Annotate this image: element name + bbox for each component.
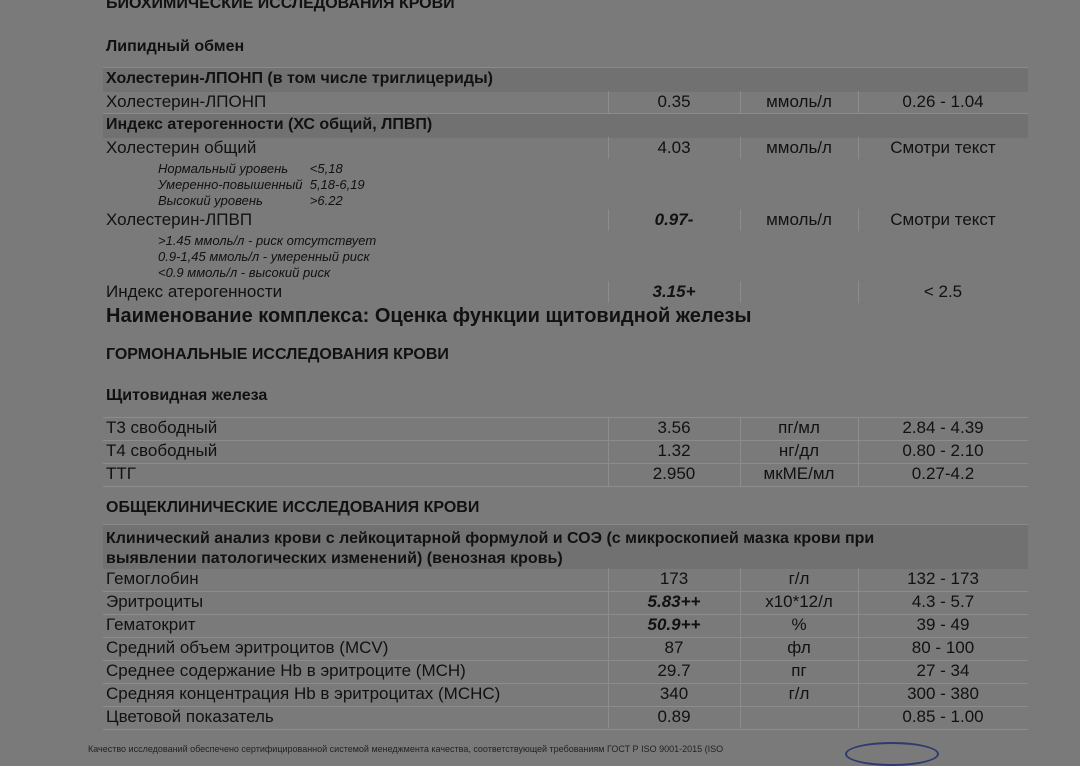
row-value: 0.35 [657, 92, 691, 111]
row-name: Холестерин-ЛПВП [106, 210, 253, 229]
row-unit: x10*12/л [765, 592, 833, 611]
row-unit: фл [787, 638, 811, 657]
row-value-flagged: 0.97- [654, 210, 694, 229]
reference-note: <0.9 ммоль/л - высокий риск [158, 265, 331, 280]
group-title-thyroid: Щитовидная железа [106, 387, 268, 404]
row-value: 340 [659, 684, 689, 703]
footer-text: Качество исследований обеспечено сертифи… [88, 744, 724, 754]
block-title-atherogenic: Индекс атерогенности (ХС общий, ЛПВП) [106, 116, 433, 133]
row-value-flagged: 50.9++ [647, 615, 701, 634]
row-name: Т3 свободный [106, 418, 218, 437]
row-name: Холестерин-ЛПОНП [106, 92, 267, 111]
lab-report-page: БИОХИМИЧЕСКИЕ ИССЛЕДОВАНИЯ КРОВИ Липидны… [0, 0, 1080, 766]
reference-note: Высокий уровень >6.22 [158, 193, 343, 208]
row-reference: 2.84 - 4.39 [902, 418, 984, 437]
row-name: Индекс атерогенности [106, 282, 283, 301]
row-name: Цветовой показатель [106, 707, 274, 726]
row-unit: ммоль/л [766, 210, 832, 229]
row-reference: 27 - 34 [916, 661, 970, 680]
row-reference: 132 - 173 [907, 569, 979, 588]
row-value: 4.03 [657, 138, 691, 157]
row-reference: Смотри текст [890, 210, 996, 229]
row-name: Т4 свободный [106, 441, 218, 460]
row-reference: Смотри текст [890, 138, 996, 157]
row-value: 0.89 [657, 707, 691, 726]
reference-note: Умеренно-повышенный 5,18-6,19 [158, 177, 365, 192]
certification-logo [845, 742, 939, 766]
row-reference: < 2.5 [923, 282, 963, 301]
row-unit: г/л [788, 569, 810, 588]
row-unit: ммоль/л [766, 138, 832, 157]
row-reference: 4.3 - 5.7 [911, 592, 975, 611]
row-name: Средняя концентрация Hb в эритроцитах (M… [106, 684, 501, 703]
row-name: Эритроциты [106, 592, 204, 611]
row-unit: ммоль/л [766, 92, 832, 111]
grid-line [103, 729, 1028, 730]
row-unit: пг [791, 661, 807, 680]
row-value: 3.56 [657, 418, 691, 437]
row-value-flagged: 5.83++ [647, 592, 701, 611]
row-value: 87 [664, 638, 684, 657]
row-reference: 0.26 - 1.04 [902, 92, 984, 111]
row-value: 2.950 [652, 464, 696, 483]
block-title-cbc-line1: Клинический анализ крови с лейкоцитарной… [106, 530, 875, 547]
section-title-hormone: ГОРМОНАЛЬНЫЕ ИССЛЕДОВАНИЯ КРОВИ [106, 346, 449, 363]
row-name: Холестерин общий [106, 138, 257, 157]
complex-title: Наименование комплекса: Оценка функции щ… [106, 305, 752, 327]
row-value: 29.7 [657, 661, 691, 680]
row-reference: 80 - 100 [911, 638, 975, 657]
row-reference: 39 - 49 [916, 615, 970, 634]
section-title-biochem: БИОХИМИЧЕСКИЕ ИССЛЕДОВАНИЯ КРОВИ [106, 0, 455, 12]
row-unit: г/л [788, 684, 810, 703]
grid-line [103, 113, 1028, 114]
reference-note: >1.45 ммоль/л - риск отсутствует [158, 233, 377, 248]
grid-line [103, 486, 1028, 487]
row-reference: 0.27-4.2 [911, 464, 975, 483]
block-title-cbc-line2: выявлении патологических изменений) (вен… [106, 550, 563, 567]
reference-note: 0.9-1,45 ммоль/л - умеренный риск [158, 249, 370, 264]
row-value: 1.32 [657, 441, 691, 460]
row-value-flagged: 3.15+ [652, 282, 696, 301]
section-title-general: ОБЩЕКЛИНИЧЕСКИЕ ИССЛЕДОВАНИЯ КРОВИ [106, 499, 480, 516]
row-reference: 0.85 - 1.00 [902, 707, 984, 726]
row-reference: 300 - 380 [907, 684, 979, 703]
row-unit: мкМЕ/мл [763, 464, 835, 483]
row-unit: нг/дл [778, 441, 820, 460]
row-unit: пг/мл [778, 418, 820, 437]
row-name: Среднее содержание Hb в эритроците (MCH) [106, 661, 466, 680]
row-unit: % [791, 615, 807, 634]
block-title-lponp: Холестерин-ЛПОНП (в том числе триглицери… [106, 70, 493, 87]
row-reference: 0.80 - 2.10 [902, 441, 984, 460]
row-name: ТТГ [106, 464, 136, 483]
reference-note: Нормальный уровень <5,18 [158, 161, 343, 176]
row-value: 173 [659, 569, 689, 588]
row-name: Гематокрит [106, 615, 196, 634]
row-name: Средний объем эритроцитов (MCV) [106, 638, 389, 657]
row-name: Гемоглобин [106, 569, 199, 588]
group-title-lipid: Липидный обмен [106, 38, 245, 55]
